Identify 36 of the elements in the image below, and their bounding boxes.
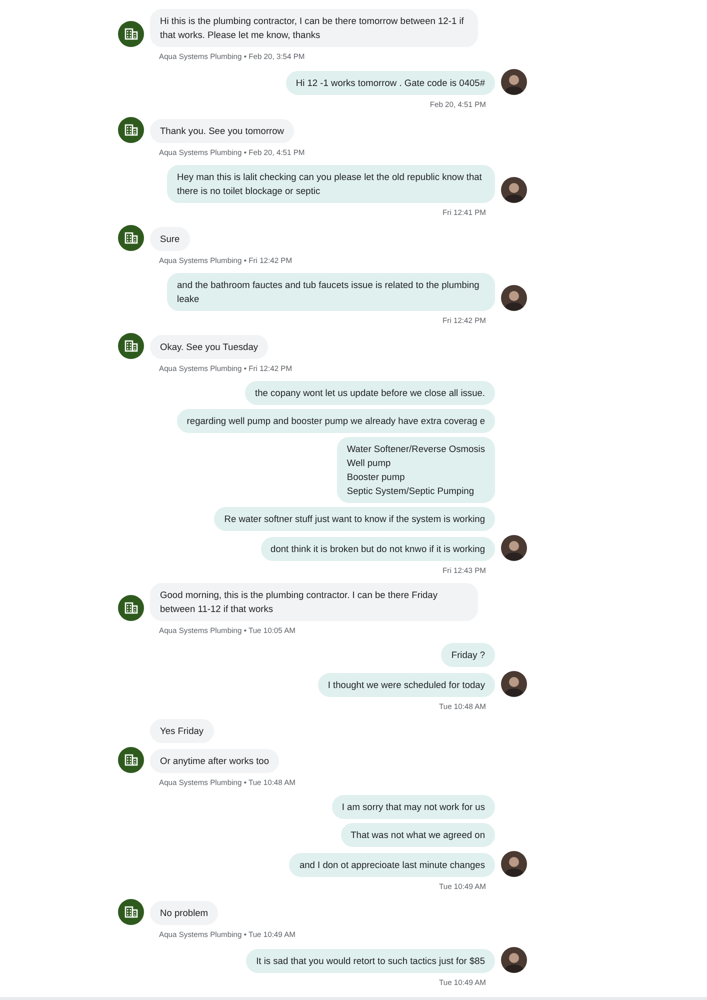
building-icon	[118, 225, 144, 251]
message-bubble: I am sorry that may not work for us	[332, 795, 495, 819]
message-bubble: Hi 12 -1 works tomorrow . Gate code is 0405#	[286, 71, 495, 95]
building-icon	[118, 333, 144, 359]
message-bubble: Sure	[150, 227, 190, 251]
message-bubble: Friday ?	[441, 643, 495, 667]
message-bubble: That was not what we agreed on	[340, 823, 495, 847]
message-bubble: Good morning, this is the plumbing contractor. I can be there Friday between 11-12 if that works	[150, 583, 478, 621]
user-avatar	[501, 285, 527, 311]
message-bubble: Yes Friday	[150, 719, 214, 743]
user-avatar	[501, 177, 527, 203]
message-bubble: Hi this is the plumbing contractor, I can be there tomorrow between 12-1 if that works. Please let me know, thanks	[150, 9, 478, 47]
message-bubble: Or anytime after works too	[150, 749, 280, 773]
message-bubble: It is sad that you would retort to such tactics just for $85	[246, 949, 495, 973]
message-bubble: Re water softner stuff just want to know if the system is working	[214, 507, 495, 531]
message-bubble: Hey man this is lalit checking can you please let the old republic know that there is no toilet blockage or septic	[167, 165, 495, 203]
user-avatar	[501, 535, 527, 561]
building-icon	[118, 595, 144, 621]
building-icon	[118, 747, 144, 773]
user-avatar	[501, 851, 527, 877]
message-bubble: No problem	[150, 901, 218, 925]
message-bubble: Thank you. See you tomorrow	[150, 119, 294, 143]
message-bubble: Okay. See you Tuesday	[150, 335, 268, 359]
building-icon	[118, 899, 144, 925]
message-bubble: the copany wont let us update before we close all issue.	[245, 381, 495, 405]
user-avatar	[501, 947, 527, 973]
message-bubble: regarding well pump and booster pump we already have extra coverag e	[176, 409, 495, 433]
message-bubble: dont think it is broken but do not knwo if it is working	[260, 537, 495, 561]
user-avatar	[501, 671, 527, 697]
building-icon	[118, 21, 144, 47]
message-bubble: and the bathroom fauctes and tub faucets issue is related to the plumbing leake	[167, 273, 495, 311]
message-bubble: and I don ot apprecioate last minute changes	[289, 853, 495, 877]
message-bubble: Water Softener/Reverse Osmosis Well pump Booster pump Septic System/Septic Pumping	[336, 437, 495, 503]
building-icon	[118, 117, 144, 143]
user-avatar	[501, 69, 527, 95]
message-bubble: I thought we were scheduled for today	[318, 673, 495, 697]
